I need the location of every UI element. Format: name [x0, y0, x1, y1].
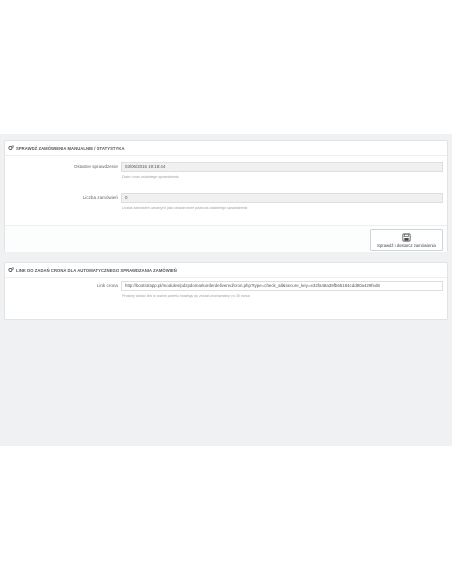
check-and-deliver-button[interactable]: Sprawdź i dostarcz zamówienia — [370, 229, 443, 251]
orders-count-help: Liczba zamówień uznanych jako dostarczon… — [122, 206, 248, 210]
cron-link-label: Link crona — [96, 283, 118, 288]
orders-count-label: Liczba zamówień — [82, 195, 118, 200]
stats-panel-footer: Sprawdź i dostarcz zamówienia — [5, 225, 447, 252]
stats-panel-title: Sprawdź zamówienia manualnie / Statystyk… — [16, 145, 125, 151]
cron-panel-title: Link do zadań crona dla automatycznego s… — [16, 267, 177, 273]
cogs-icon — [8, 267, 14, 272]
cogs-icon — [8, 145, 14, 150]
cron-link-help: Prosimy dodać link w swoim panelu hostin… — [122, 294, 251, 298]
last-check-label: Ostatnie sprawdzenie — [73, 164, 118, 169]
cron-panel-heading: Link do zadań crona dla automatycznego s… — [5, 263, 447, 278]
stats-panel-heading: Sprawdź zamówienia manualnie / Statystyk… — [5, 141, 447, 156]
cron-link-field[interactable]: http://bootstrapp.pl/modules/pdzpdomarko… — [121, 281, 443, 291]
last-check-help: Data i czas ostatniego sprawdzenia — [122, 175, 179, 179]
check-and-deliver-label: Sprawdź i dostarcz zamówienia — [377, 242, 436, 248]
last-check-field[interactable]: 03/06/2016 19:18:44 — [121, 162, 443, 172]
stats-panel: Sprawdź zamówienia manualnie / Statystyk… — [4, 140, 448, 252]
orders-count-field[interactable]: 0 — [121, 193, 443, 203]
cron-panel: Link do zadań crona dla automatycznego s… — [4, 262, 448, 320]
floppy-disk-icon — [402, 232, 411, 242]
